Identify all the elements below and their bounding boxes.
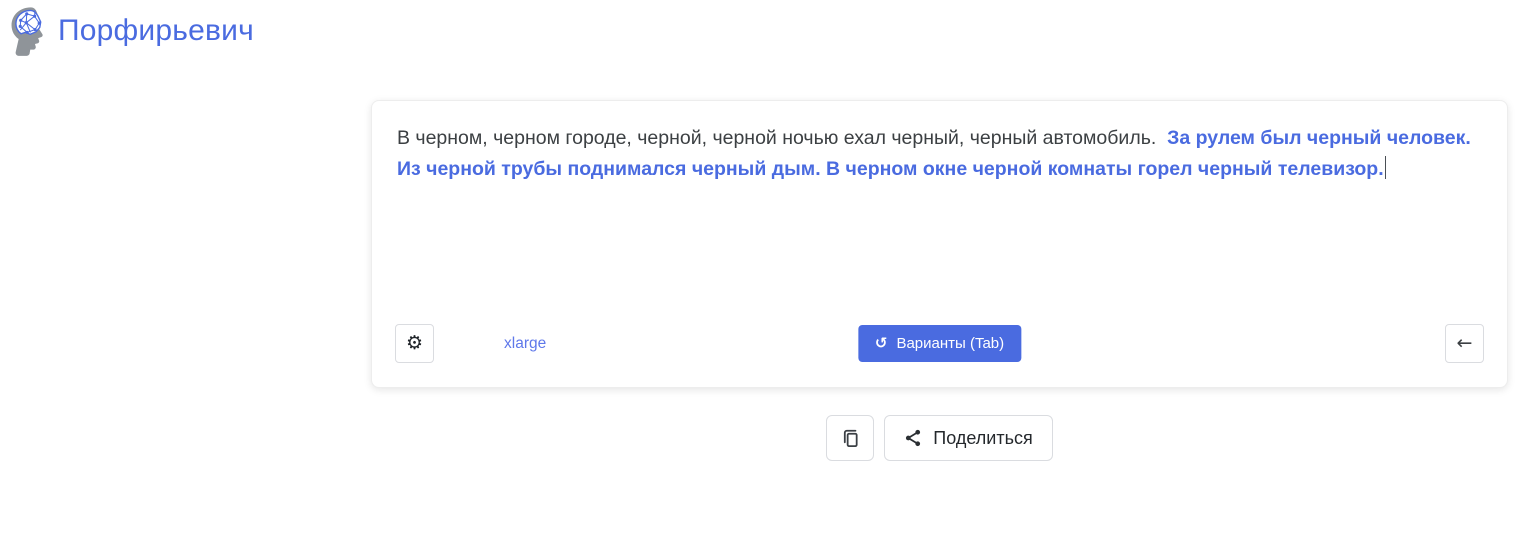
brain-head-logo-svg xyxy=(11,7,43,56)
app-title: Порфирьевич xyxy=(58,14,254,47)
text-caret xyxy=(1384,155,1387,179)
refresh-ccw-icon: ↺ xyxy=(874,334,888,352)
editor-card: В черном, черном городе, черной, черной … xyxy=(371,100,1508,388)
arrow-left-icon: ← xyxy=(1456,332,1473,354)
variants-button-label: Варианты (Tab) xyxy=(896,335,1005,352)
brain-head-logo-icon xyxy=(8,6,51,56)
gear-icon: ⚙ xyxy=(405,332,424,354)
editor-controls: ⚙ xlarge ↺ Варианты (Tab) ← xyxy=(395,324,1484,363)
undo-button[interactable]: ← xyxy=(1445,324,1484,363)
settings-button[interactable]: ⚙ xyxy=(395,324,434,363)
text-editor[interactable]: В черном, черном городе, черной, черной … xyxy=(397,123,1482,184)
model-size-link[interactable]: xlarge xyxy=(504,335,546,353)
copy-button[interactable] xyxy=(826,415,875,461)
app-header: Порфирьевич xyxy=(8,6,254,56)
share-button[interactable]: Поделиться xyxy=(884,415,1053,461)
prompt-text: В черном, черном городе, черной, черной … xyxy=(397,127,1162,149)
share-button-label: Поделиться xyxy=(933,427,1033,448)
actions-row: Поделиться xyxy=(371,415,1508,461)
share-icon xyxy=(906,429,921,447)
copy-icon xyxy=(843,429,858,447)
variants-button[interactable]: ↺ Варианты (Tab) xyxy=(857,325,1022,362)
